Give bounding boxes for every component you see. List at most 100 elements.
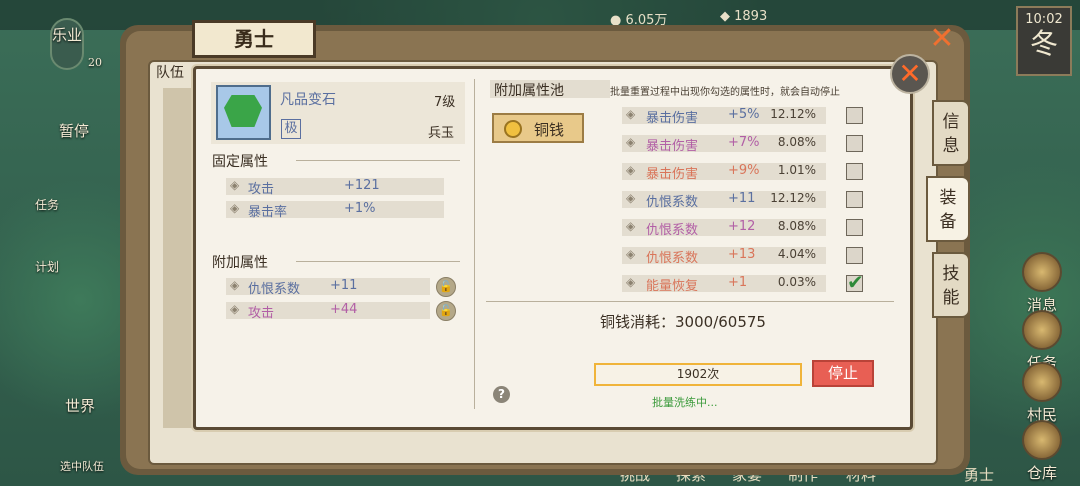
unlock-icon[interactable]: 🔓 bbox=[436, 277, 456, 297]
copper-coin-icon bbox=[504, 120, 522, 138]
extra-attrs-line bbox=[296, 261, 460, 262]
season-clock[interactable]: 10:02 冬 bbox=[1016, 6, 1072, 76]
diamond-icon: ◈ bbox=[626, 191, 636, 205]
pool-divider bbox=[486, 301, 894, 302]
diamond-icon: ◈ bbox=[626, 107, 636, 121]
pool-attr-chance: 8.08% bbox=[777, 135, 816, 149]
task-plan-plan-button[interactable]: 计划 bbox=[34, 258, 60, 275]
help-icon[interactable]: ? bbox=[493, 386, 510, 403]
pool-hint: 批量重置过程中出现你勾选的属性时，就会自动停止 bbox=[610, 87, 840, 98]
scroll-icon bbox=[1022, 310, 1062, 350]
diamond-icon: ◈ bbox=[230, 201, 240, 215]
pool-title: 附加属性池 bbox=[490, 80, 610, 99]
popup-close-icon[interactable]: ✕ bbox=[890, 54, 930, 94]
tab-info-label: 信息 bbox=[942, 112, 960, 156]
pool-attr-name: 暴击伤害 bbox=[646, 139, 699, 154]
panel-close-icon[interactable]: ✕ bbox=[926, 24, 958, 56]
team-label: 队伍 bbox=[156, 65, 184, 81]
diamond-icon: ◈ bbox=[230, 278, 240, 292]
reforge-count-input[interactable]: 1902次 bbox=[594, 363, 802, 386]
extra-attr-value: +11 bbox=[330, 278, 358, 293]
pool-attr-name: 暴击伤害 bbox=[646, 111, 699, 126]
pause-button[interactable]: 暂停 bbox=[54, 120, 94, 141]
leye-count: 20 bbox=[88, 56, 102, 69]
villager-button[interactable]: 村民 bbox=[1012, 362, 1072, 425]
pool-attr-name: 仇恨系数 bbox=[646, 195, 699, 210]
news-button[interactable]: 消息 bbox=[1012, 252, 1072, 315]
villager-icon bbox=[1022, 362, 1062, 402]
storage-label: 仓库 bbox=[1026, 464, 1057, 482]
pool-row: ◈ 能量恢复 +1 0.03% bbox=[622, 275, 826, 294]
stop-button[interactable]: 停止 bbox=[812, 360, 874, 387]
pool-attr-value: +1 bbox=[728, 275, 748, 290]
fixed-attr-name: 攻击 bbox=[248, 182, 275, 197]
season-label: 冬 bbox=[1029, 27, 1058, 60]
diamond-icon: ◈ bbox=[626, 163, 636, 177]
world-button[interactable]: 世界 bbox=[60, 395, 100, 416]
cost-value: 3000/60575 bbox=[675, 313, 766, 331]
bottom-hero[interactable]: 勇士 bbox=[964, 464, 994, 485]
team-select-button[interactable]: 选中队伍 bbox=[52, 458, 112, 474]
extra-attr-name: 仇恨系数 bbox=[248, 282, 301, 297]
pool-row-checkbox[interactable] bbox=[846, 270, 864, 294]
tab-skills-label: 技能 bbox=[942, 264, 960, 308]
item-quality-badge: 极 bbox=[281, 119, 301, 139]
reforge-status: 批量洗练中... bbox=[652, 396, 718, 409]
gem-counter: ◆ 1893 bbox=[720, 9, 768, 24]
pool-row: ◈ 暴击伤害 +5% 12.12% bbox=[622, 107, 826, 126]
storage-icon bbox=[1022, 420, 1062, 460]
gem-amount: 1893 bbox=[734, 9, 768, 24]
diamond-icon: ◈ bbox=[626, 135, 636, 149]
tab-equipment-label: 装备 bbox=[939, 188, 957, 232]
pool-row-checkbox[interactable] bbox=[846, 107, 863, 124]
fixed-attr-value: +121 bbox=[344, 178, 380, 193]
pool-row-checkbox[interactable] bbox=[846, 191, 863, 208]
clock-time: 10:02 bbox=[1025, 12, 1063, 27]
pool-attr-value: +12 bbox=[728, 219, 756, 234]
unlock-icon[interactable]: 🔓 bbox=[436, 301, 456, 321]
extra-attr-row: ◈ 仇恨系数 +11 bbox=[226, 278, 430, 297]
cost-label: 铜钱消耗： bbox=[600, 313, 676, 331]
item-kind: 兵玉 bbox=[428, 126, 455, 141]
fixed-attr-name: 暴击率 bbox=[248, 205, 288, 220]
diamond-icon: ◈ bbox=[230, 178, 240, 192]
leye-button[interactable]: 乐业 bbox=[50, 18, 84, 70]
pool-attr-name: 能量恢复 bbox=[646, 279, 699, 294]
pool-attr-name: 暴击伤害 bbox=[646, 167, 699, 182]
plan-label: 计划 bbox=[34, 260, 59, 274]
pool-row-checkbox[interactable] bbox=[846, 135, 863, 152]
pool-attr-value: +7% bbox=[728, 135, 760, 150]
pool-attr-name: 仇恨系数 bbox=[646, 223, 699, 238]
pool-attr-chance: 4.04% bbox=[777, 247, 816, 261]
pool-row: ◈ 仇恨系数 +11 12.12% bbox=[622, 191, 826, 210]
pool-attr-chance: 1.01% bbox=[777, 163, 816, 177]
pool-row-checkbox[interactable] bbox=[846, 247, 863, 264]
currency-select-button[interactable]: 铜钱 bbox=[492, 113, 584, 143]
task-plan-task-button[interactable]: 任务 bbox=[34, 196, 60, 213]
extra-attr-row: ◈ 攻击 +44 bbox=[226, 302, 430, 321]
fixed-attr-row: ◈ 暴击率 +1% bbox=[226, 201, 444, 220]
pool-attr-chance: 8.08% bbox=[777, 219, 816, 233]
pool-attr-value: +13 bbox=[728, 247, 756, 262]
tab-info[interactable]: 信息 bbox=[932, 100, 970, 166]
tab-skills[interactable]: 技能 bbox=[932, 252, 970, 318]
tab-equipment[interactable]: 装备 bbox=[926, 176, 970, 242]
fixed-attr-value: +1% bbox=[344, 201, 376, 216]
news-icon bbox=[1022, 252, 1062, 292]
cost-text: 铜钱消耗：3000/60575 bbox=[600, 311, 766, 332]
leye-label: 乐业 bbox=[52, 26, 83, 44]
pool-attr-value: +5% bbox=[728, 107, 760, 122]
pool-row: ◈ 仇恨系数 +12 8.08% bbox=[622, 219, 826, 238]
currency-button-label: 铜钱 bbox=[534, 121, 565, 139]
extra-attr-value: +44 bbox=[330, 302, 358, 317]
extra-attr-name: 攻击 bbox=[248, 306, 275, 321]
item-level: 7级 bbox=[434, 95, 456, 110]
team-member-list[interactable] bbox=[163, 88, 195, 428]
pool-row-checkbox[interactable] bbox=[846, 163, 863, 180]
pool-row-checkbox[interactable] bbox=[846, 219, 863, 236]
storage-button[interactable]: 仓库 bbox=[1012, 420, 1072, 483]
item-name: 凡品变石 bbox=[280, 92, 336, 108]
fixed-attrs-title: 固定属性 bbox=[212, 154, 268, 170]
pool-attr-chance: 0.03% bbox=[777, 275, 816, 289]
pool-attr-chance: 12.12% bbox=[770, 107, 816, 121]
